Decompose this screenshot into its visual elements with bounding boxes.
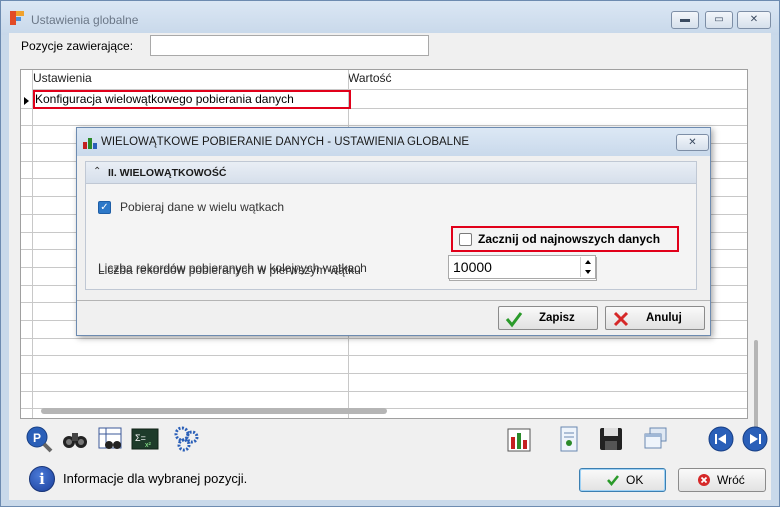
table-row[interactable]: Konfiguracja wielowątkowego pobierania d…	[21, 90, 747, 109]
table-row[interactable]	[21, 109, 747, 127]
search-zoom-icon[interactable]: P	[25, 425, 53, 453]
cancel-label: Anuluj	[646, 312, 682, 324]
minimize-icon: ▬	[680, 14, 690, 25]
binoculars-icon[interactable]	[61, 425, 89, 453]
close-icon: ✕	[749, 14, 759, 25]
dialog-close-button[interactable]: ✕	[676, 134, 709, 151]
window-title: Ustawienia globalne	[31, 13, 139, 27]
next-threads-records-value: 10000	[453, 259, 492, 275]
svg-text:x²: x²	[145, 442, 152, 449]
section-header[interactable]: ⌃ II. WIELOWĄTKOWOŚĆ	[86, 162, 696, 184]
multi-thread-checkbox[interactable]: ✓	[98, 201, 111, 214]
save-disk-icon[interactable]	[597, 425, 625, 453]
ok-button[interactable]: OK	[579, 468, 666, 492]
filter-input[interactable]	[150, 35, 429, 56]
cancel-circle-icon	[698, 474, 710, 486]
column-header-value[interactable]: Wartość	[348, 71, 392, 85]
checkmark-icon: ✓	[100, 202, 109, 213]
svg-text:P: P	[33, 431, 41, 445]
close-button[interactable]: ✕	[737, 11, 771, 29]
bar-chart-icon[interactable]	[505, 425, 533, 453]
filter-label: Pozycje zawierające:	[21, 39, 134, 53]
restore-icon: ▭	[714, 14, 724, 25]
check-icon	[607, 475, 619, 486]
back-label: Wróć	[717, 473, 745, 487]
cancel-x-icon	[613, 311, 629, 327]
table-row[interactable]	[21, 339, 747, 357]
column-header-settings[interactable]: Ustawienia	[33, 71, 92, 85]
title-bar: Ustawienia globalne ▬ ▭ ✕	[1, 1, 779, 35]
collapse-chevron-icon[interactable]: ⌃	[93, 166, 101, 177]
dialog-chart-icon	[83, 138, 97, 149]
dialog-title: WIELOWĄTKOWE POBIERANIE DANYCH - USTAWIE…	[101, 136, 470, 148]
next-threads-records-input[interactable]: 10000	[448, 255, 596, 279]
bottom-bar: i Informacje dla wybranej pozycji. OK Wr…	[25, 463, 771, 497]
horizontal-scrollbar[interactable]	[41, 408, 387, 414]
multi-thread-label: Pobieraj dane w wielu wątkach	[120, 200, 285, 214]
dialog-separator	[77, 300, 710, 301]
grid-header: Ustawienia Wartość	[21, 70, 747, 90]
next-threads-records-label: Liczba rekordów pobieranych w kolejnych …	[98, 261, 367, 275]
back-button[interactable]: Wróć	[678, 468, 766, 492]
app-logo-icon	[10, 11, 24, 25]
restore-button[interactable]: ▭	[705, 11, 733, 29]
formula-icon[interactable]: Σ= x²	[131, 425, 159, 453]
document-icon[interactable]	[555, 425, 583, 453]
table-row[interactable]	[21, 356, 747, 374]
save-label: Zapisz	[539, 312, 575, 324]
close-icon: ✕	[688, 137, 697, 148]
newest-first-label: Zacznij od najnowszych danych	[478, 232, 661, 246]
save-button[interactable]: Zapisz	[498, 306, 598, 330]
table-row[interactable]	[21, 392, 747, 410]
table-cell-setting: Konfiguracja wielowątkowego pobierania d…	[35, 92, 294, 106]
table-row[interactable]	[21, 374, 747, 392]
info-icon: i	[29, 466, 55, 492]
multithread-settings-dialog: WIELOWĄTKOWE POBIERANIE DANYCH - USTAWIE…	[76, 127, 711, 336]
spin-up-icon[interactable]	[581, 257, 594, 267]
spin-down-icon[interactable]	[581, 267, 594, 277]
windows-icon[interactable]	[641, 425, 669, 453]
toolbar: P Σ= x²	[25, 425, 771, 457]
table-binoculars-icon[interactable]	[97, 425, 125, 453]
check-icon	[505, 312, 523, 328]
cancel-button[interactable]: Anuluj	[605, 306, 705, 330]
gears-icon[interactable]	[173, 425, 201, 453]
next-threads-spinner[interactable]	[580, 257, 594, 277]
ok-label: OK	[626, 473, 644, 487]
newest-first-checkbox[interactable]	[459, 233, 472, 246]
minimize-button[interactable]: ▬	[671, 11, 699, 29]
info-text: Informacje dla wybranej pozycji.	[63, 471, 248, 486]
last-page-icon[interactable]	[741, 425, 769, 453]
dialog-title-bar: WIELOWĄTKOWE POBIERANIE DANYCH - USTAWIE…	[77, 128, 710, 156]
current-row-arrow-icon	[24, 97, 29, 105]
section-title: II. WIELOWĄTKOWOŚĆ	[108, 167, 227, 179]
first-page-icon[interactable]	[707, 425, 735, 453]
